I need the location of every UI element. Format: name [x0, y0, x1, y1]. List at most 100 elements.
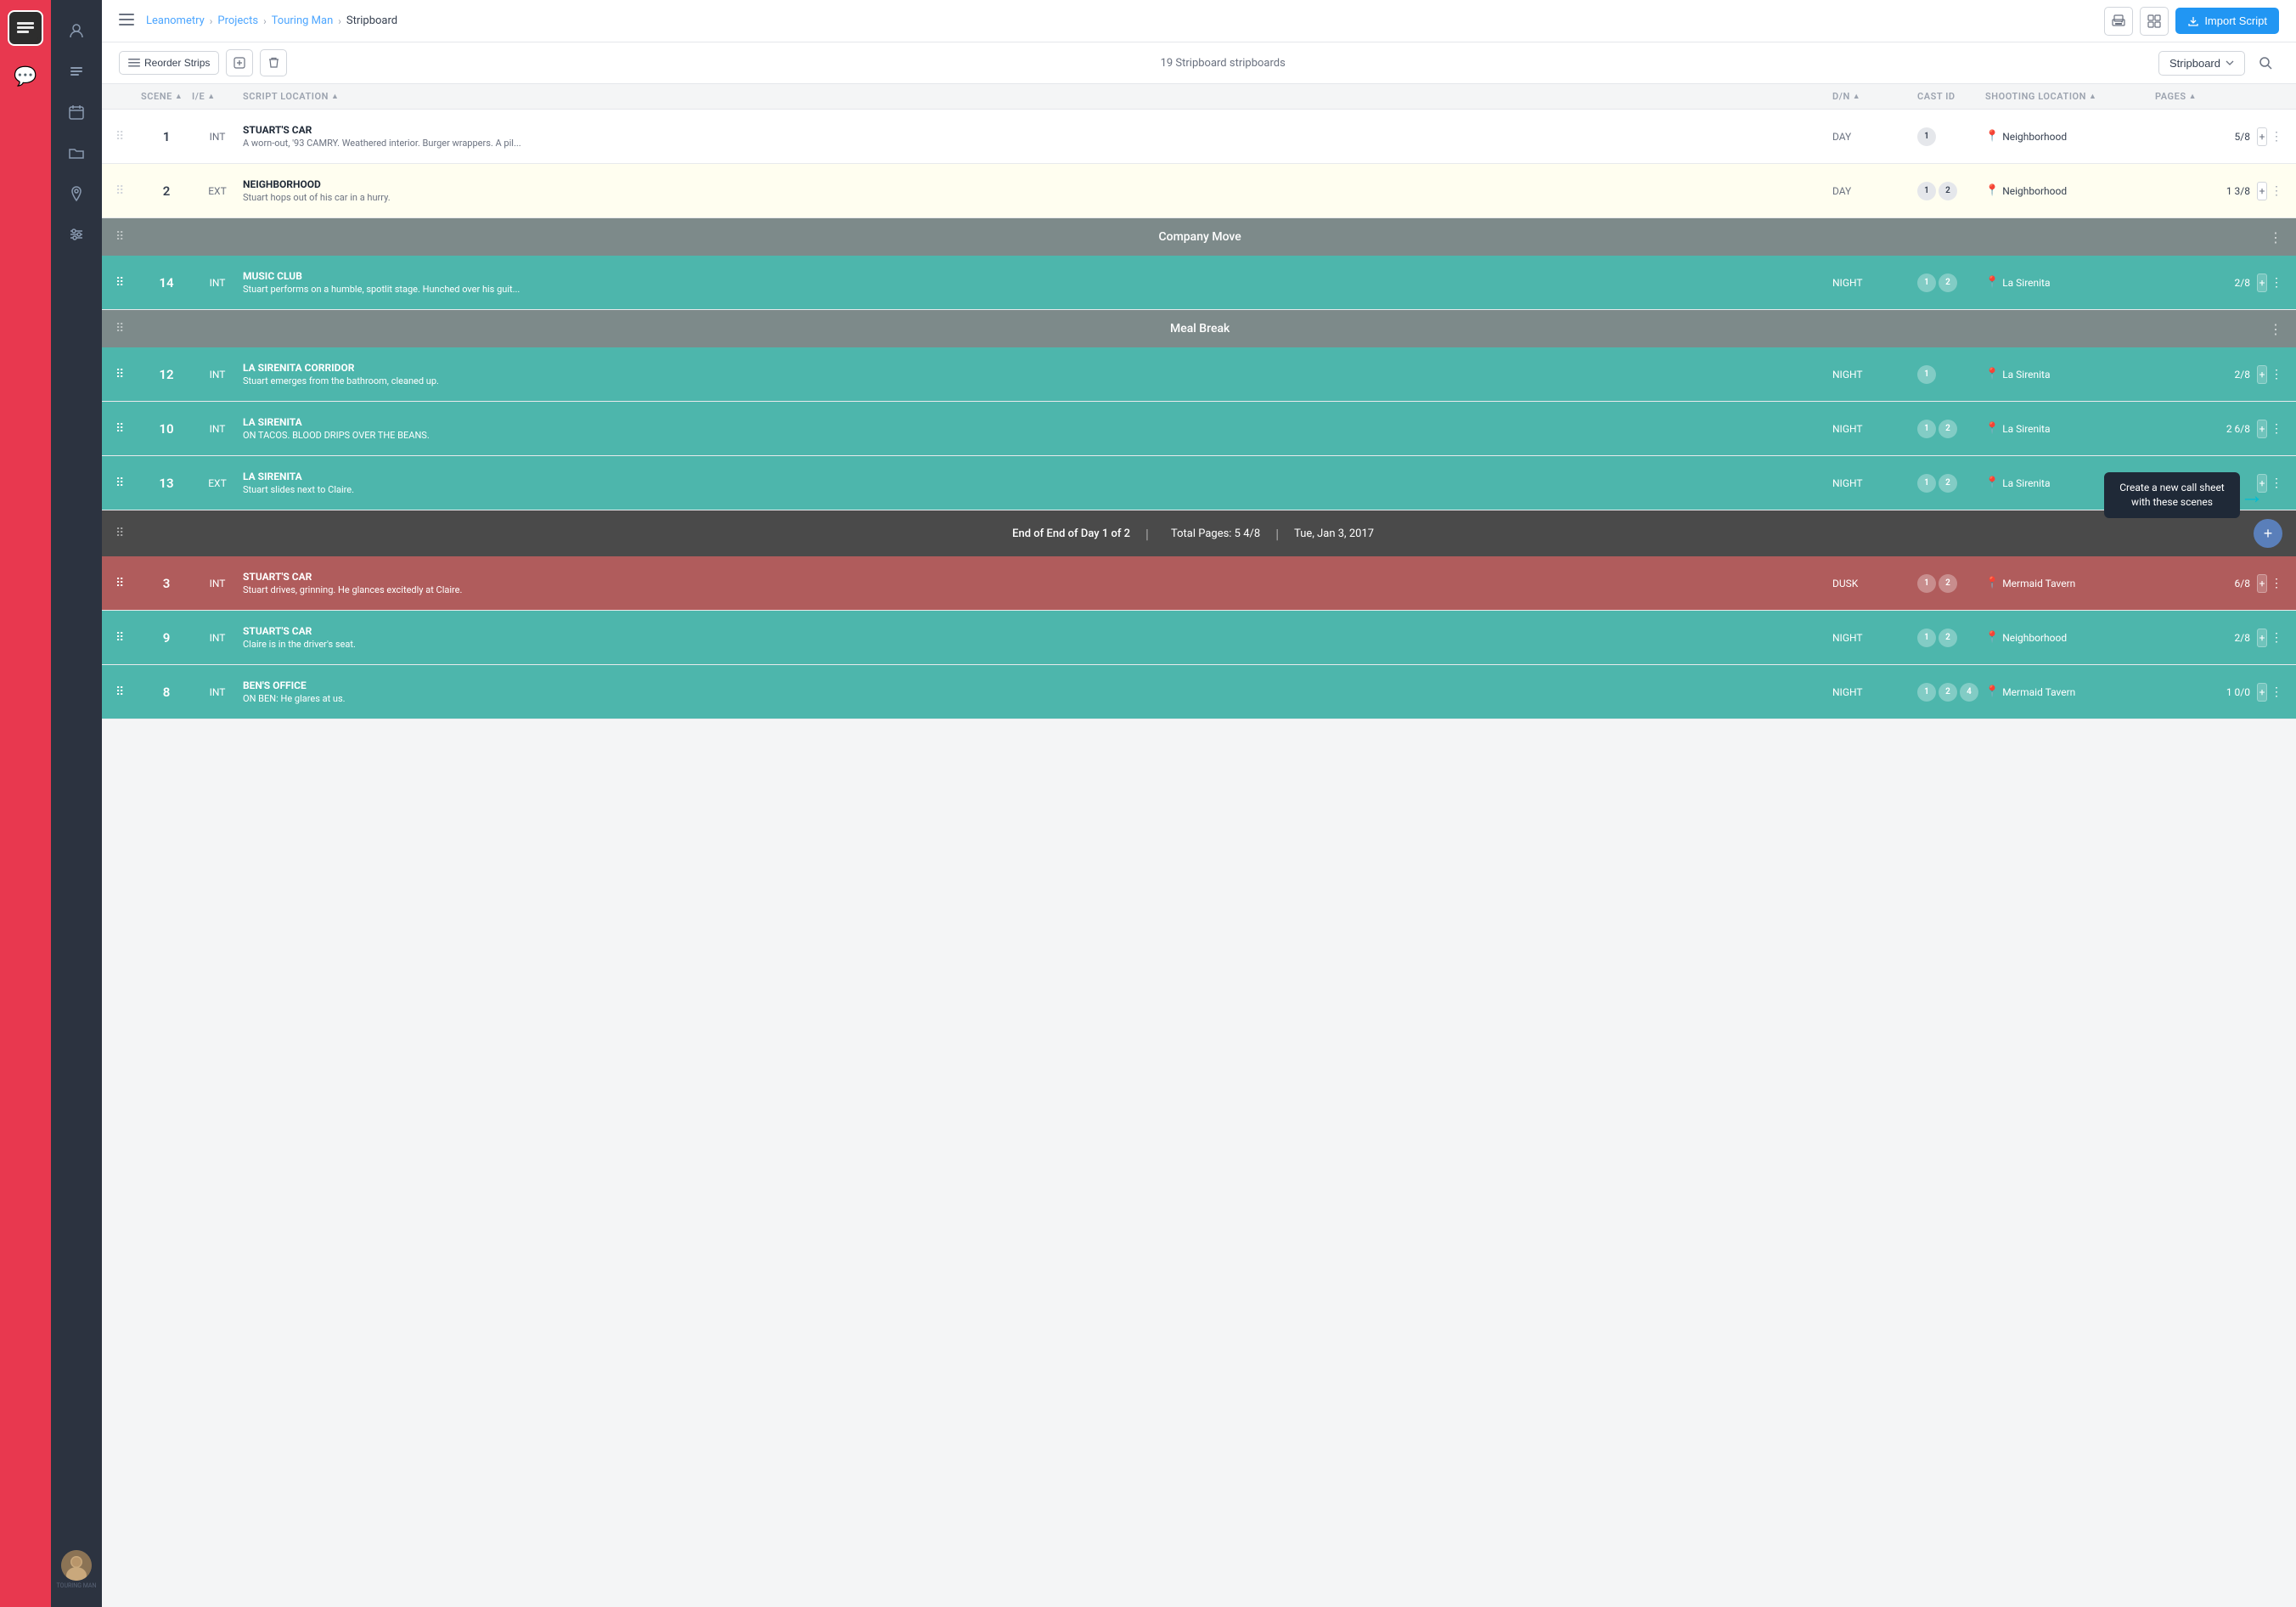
ie-sort-icon: ▲: [207, 92, 215, 101]
location-cell: 📍 La Sirenita: [1985, 422, 2155, 435]
eod-total-pages: Total Pages: 5 4/8: [1171, 527, 1260, 540]
col-dn[interactable]: D/N ▲: [1832, 91, 1917, 102]
search-button[interactable]: [2252, 49, 2279, 76]
cast-id-header-label: CAST ID: [1917, 91, 1956, 102]
col-cast-id[interactable]: CAST ID: [1917, 91, 1985, 102]
breadcrumb-leanometry[interactable]: Leanometry: [146, 14, 205, 27]
menu-icon[interactable]: [119, 13, 134, 29]
add-row-button[interactable]: +: [2257, 629, 2267, 647]
divider-more-button[interactable]: ⋮: [2269, 321, 2282, 337]
more-options-button[interactable]: ⋮: [2271, 631, 2282, 645]
location-name: La Sirenita: [2002, 477, 2050, 489]
drag-handle[interactable]: ⠿: [115, 685, 141, 699]
location-cell: 📍 Mermaid Tavern: [1985, 685, 2155, 698]
row-actions: + ⋮: [2257, 182, 2282, 200]
col-script-location[interactable]: SCRIPT LOCATION ▲: [243, 91, 1832, 102]
nav-users[interactable]: [59, 14, 93, 48]
add-row-button[interactable]: +: [2257, 365, 2267, 384]
more-options-button[interactable]: ⋮: [2271, 368, 2282, 381]
dark-sidebar: TOURING MAN: [51, 0, 102, 1607]
col-pages[interactable]: PAGES ▲: [2155, 91, 2257, 102]
app-logo[interactable]: [8, 10, 43, 46]
row-actions: + ⋮: [2257, 574, 2282, 593]
scene-info[interactable]: LA SIRENITA ON TACOS. BLOOD DRIPS OVER T…: [243, 408, 1832, 449]
more-options-button[interactable]: ⋮: [2271, 685, 2282, 699]
add-strip-button[interactable]: [226, 49, 253, 76]
scene-info[interactable]: LA SIRENITA Stuart slides next to Claire…: [243, 462, 1832, 504]
scene-info[interactable]: STUART'S CAR Claire is in the driver's s…: [243, 617, 1832, 658]
scene-title: LA SIRENITA CORRIDOR: [243, 362, 1832, 374]
divider-drag-handle[interactable]: ⠿: [115, 322, 124, 335]
print-button[interactable]: [2104, 7, 2133, 36]
scene-info[interactable]: STUART'S CAR Stuart drives, grinning. He…: [243, 562, 1832, 604]
col-ie[interactable]: I/E ▲: [192, 91, 243, 102]
tooltip-bubble: Create a new call sheet with these scene…: [2104, 472, 2240, 518]
dn-tag: NIGHT: [1832, 369, 1917, 381]
nav-calendar[interactable]: [59, 95, 93, 129]
eod-drag-handle[interactable]: ⠿: [115, 527, 124, 540]
import-script-button[interactable]: Import Script: [2175, 8, 2279, 34]
nav-folder[interactable]: [59, 136, 93, 170]
view-dropdown[interactable]: Stripboard: [2158, 51, 2245, 76]
more-options-button[interactable]: ⋮: [2271, 276, 2282, 290]
nav-list[interactable]: [59, 54, 93, 88]
dn-sort-icon: ▲: [1853, 92, 1860, 101]
nav-sliders[interactable]: [59, 217, 93, 251]
table-row: ⠿ 13 EXT LA SIRENITA Stuart slides next …: [102, 456, 2296, 510]
scene-info[interactable]: STUART'S CAR A worn-out, '93 CAMRY. Weat…: [243, 116, 1832, 157]
add-row-button[interactable]: +: [2257, 574, 2267, 593]
col-scene[interactable]: SCENE ▲: [141, 91, 192, 102]
location-pin-icon: 📍: [1985, 476, 1999, 489]
add-row-button[interactable]: +: [2257, 182, 2267, 200]
pages-cell: 1 0/0: [2155, 686, 2257, 698]
drag-handle[interactable]: ⠿: [115, 276, 141, 290]
chat-icon[interactable]: 💬: [14, 66, 37, 87]
scene-number: 13: [141, 476, 192, 491]
breadcrumb-projects[interactable]: Projects: [217, 14, 258, 27]
more-options-button[interactable]: ⋮: [2271, 476, 2282, 490]
drag-handle[interactable]: ⠿: [115, 368, 141, 381]
drag-handle[interactable]: ⠿: [115, 184, 141, 198]
ie-tag: INT: [192, 277, 243, 289]
scene-info[interactable]: LA SIRENITA CORRIDOR Stuart emerges from…: [243, 353, 1832, 395]
scene-desc: ON BEN: He glares at us.: [243, 693, 1832, 704]
drag-handle[interactable]: ⠿: [115, 130, 141, 144]
scene-desc: Claire is in the driver's seat.: [243, 639, 1832, 650]
more-options-button[interactable]: ⋮: [2271, 130, 2282, 144]
cast-badge: 2: [1939, 629, 1957, 647]
more-options-button[interactable]: ⋮: [2271, 422, 2282, 436]
more-options-button[interactable]: ⋮: [2271, 577, 2282, 590]
divider-drag-handle[interactable]: ⠿: [115, 230, 124, 244]
location-cell: 📍 Neighborhood: [1985, 631, 2155, 644]
table-container: SCENE ▲ I/E ▲ SCRIPT LOCATION ▲ D/N ▲ CA…: [102, 84, 2296, 1607]
add-callsheet-button[interactable]: +: [2254, 519, 2282, 548]
cast-ids: 1 2: [1917, 273, 1985, 292]
cast-badge: 4: [1960, 683, 1978, 702]
add-row-button[interactable]: +: [2257, 273, 2267, 292]
reorder-label: Reorder Strips: [144, 57, 210, 69]
col-shooting-location[interactable]: SHOOTING LOCATION ▲: [1985, 91, 2155, 102]
shooting-location-header-label: SHOOTING LOCATION: [1985, 91, 2086, 102]
delete-strip-button[interactable]: [260, 49, 287, 76]
scene-desc: Stuart emerges from the bathroom, cleane…: [243, 375, 1832, 386]
reorder-strips-button[interactable]: Reorder Strips: [119, 51, 219, 75]
drag-handle[interactable]: ⠿: [115, 476, 141, 490]
nav-location[interactable]: [59, 177, 93, 211]
scene-info[interactable]: BEN'S OFFICE ON BEN: He glares at us.: [243, 671, 1832, 713]
add-row-button[interactable]: +: [2257, 420, 2267, 438]
drag-handle[interactable]: ⠿: [115, 577, 141, 590]
scene-info[interactable]: NEIGHBORHOOD Stuart hops out of his car …: [243, 170, 1832, 211]
add-row-button[interactable]: +: [2257, 683, 2267, 702]
add-row-button[interactable]: +: [2257, 127, 2267, 146]
breadcrumb-touring-man[interactable]: Touring Man: [272, 14, 334, 27]
row-actions: + ⋮: [2257, 629, 2282, 647]
layout-button[interactable]: [2140, 7, 2169, 36]
dn-tag: DAY: [1832, 131, 1917, 143]
divider-more-button[interactable]: ⋮: [2269, 229, 2282, 245]
drag-handle[interactable]: ⠿: [115, 422, 141, 436]
scene-desc: Stuart drives, grinning. He glances exci…: [243, 584, 1832, 595]
more-options-button[interactable]: ⋮: [2271, 184, 2282, 198]
drag-handle[interactable]: ⠿: [115, 631, 141, 645]
scene-info[interactable]: MUSIC CLUB Stuart performs on a humble, …: [243, 262, 1832, 303]
user-avatar[interactable]: TOURING MAN: [57, 1550, 97, 1590]
